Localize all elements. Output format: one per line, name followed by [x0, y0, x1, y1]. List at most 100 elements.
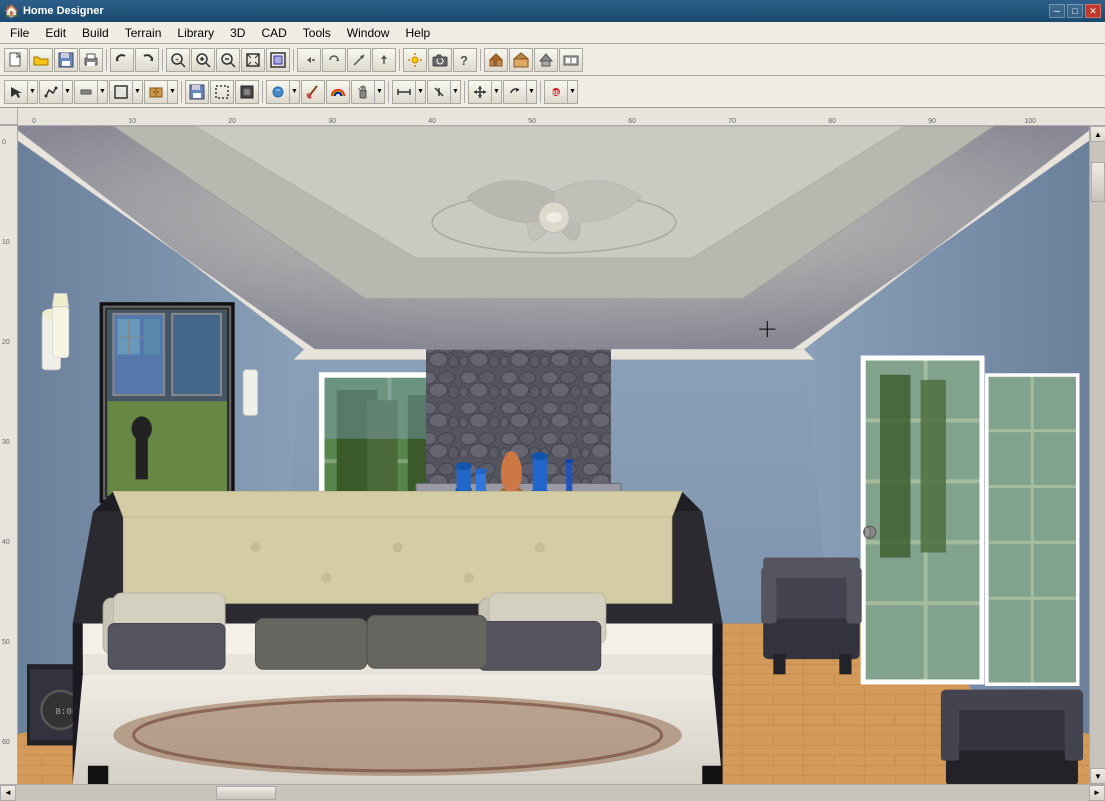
rec-icon: REC	[545, 81, 567, 103]
menu-item-file[interactable]: File	[2, 24, 37, 42]
paintbrush-button[interactable]	[301, 80, 325, 104]
scroll-left-arrow[interactable]: ◄	[0, 785, 16, 801]
scroll-thumb[interactable]	[1091, 162, 1105, 202]
dimension-dropdown-arrow[interactable]: ▼	[415, 81, 425, 103]
rainbow-button[interactable]	[326, 80, 350, 104]
svg-text:?: ?	[460, 53, 468, 68]
ruler-mark-v-27	[0, 666, 17, 686]
sep4	[399, 49, 400, 71]
ruler-mark-v-0: 0	[0, 126, 17, 146]
scroll-track[interactable]	[1090, 142, 1105, 768]
smart-object-button[interactable]	[235, 80, 259, 104]
svg-text:REC: REC	[551, 91, 563, 97]
select-icon	[5, 81, 27, 103]
ruler-mark-h-45: 90	[918, 118, 938, 125]
material-dropdown-arrow[interactable]: ▼	[289, 81, 299, 103]
help-cursor-button[interactable]: ?	[453, 48, 477, 72]
toolbar1: + ?	[0, 44, 1105, 76]
redo-button[interactable]	[135, 48, 159, 72]
print-button[interactable]	[79, 48, 103, 72]
ruler-mark-v-21	[0, 546, 17, 566]
ruler-mark-v-11	[0, 346, 17, 366]
fit-view-button[interactable]	[241, 48, 265, 72]
save-button[interactable]	[54, 48, 78, 72]
rotate-dropdown[interactable]: ▼	[503, 80, 537, 104]
tall-vase	[532, 452, 548, 496]
wall-dropdown[interactable]: ▼	[74, 80, 108, 104]
wall-dropdown-arrow[interactable]: ▼	[97, 81, 107, 103]
menu-item-edit[interactable]: Edit	[37, 24, 74, 42]
ruler-mark-h-35: 70	[718, 118, 738, 125]
interior-view-button[interactable]	[509, 48, 533, 72]
rec-dropdown-arrow[interactable]: ▼	[567, 81, 577, 103]
ruler-mark-v-5: 10	[0, 226, 17, 246]
minimize-button[interactable]: ─	[1049, 4, 1065, 18]
rotate-icon	[504, 81, 526, 103]
zoom-out-button[interactable]	[216, 48, 240, 72]
close-button[interactable]: ✕	[1085, 4, 1101, 18]
maximize-button[interactable]: □	[1067, 4, 1083, 18]
sun-light-button[interactable]	[403, 48, 427, 72]
new-button[interactable]	[4, 48, 28, 72]
ruler-mark-v-29	[0, 706, 17, 726]
title-bar-title: Home Designer	[23, 5, 104, 17]
scroll-right-arrow[interactable]: ►	[1089, 785, 1105, 801]
canvas-area[interactable]: 8:00	[18, 126, 1089, 784]
text-dropdown-arrow[interactable]: ▼	[450, 81, 460, 103]
camera-button[interactable]	[428, 48, 452, 72]
pan-left-button[interactable]	[297, 48, 321, 72]
h-scroll-track[interactable]	[16, 785, 1089, 801]
svg-text:+: +	[175, 57, 179, 64]
zoom-in-button[interactable]	[191, 48, 215, 72]
scroll-up-arrow[interactable]: ▲	[1090, 126, 1105, 142]
menu-item-window[interactable]: Window	[339, 24, 398, 42]
toolbar2: ▼ ▼ ▼ ▼ ▼ ▼	[0, 76, 1105, 108]
menu-item-terrain[interactable]: Terrain	[117, 24, 170, 42]
cad-save-button[interactable]	[185, 80, 209, 104]
text-dropdown[interactable]: ▼	[427, 80, 461, 104]
menu-item-3d[interactable]: 3D	[222, 24, 253, 42]
room-dropdown-arrow[interactable]: ▼	[132, 81, 142, 103]
open-button[interactable]	[29, 48, 53, 72]
select-dropdown[interactable]: ▼	[4, 80, 38, 104]
area-rug	[113, 695, 682, 776]
cad-detail-button[interactable]	[210, 80, 234, 104]
foundation-button[interactable]	[559, 48, 583, 72]
exterior-view-button[interactable]	[484, 48, 508, 72]
ruler-mark-h-0: 0	[18, 118, 38, 125]
small-arrow-button[interactable]	[372, 48, 396, 72]
room-dropdown[interactable]: ▼	[109, 80, 143, 104]
spray-dropdown-arrow[interactable]: ▼	[374, 81, 384, 103]
ruler-mark-h-30: 60	[618, 118, 638, 125]
rotate-dropdown-arrow[interactable]: ▼	[526, 81, 536, 103]
material-dropdown[interactable]: ▼	[266, 80, 300, 104]
move-dropdown-arrow[interactable]: ▼	[491, 81, 501, 103]
menu-item-help[interactable]: Help	[397, 24, 438, 42]
h-scroll-thumb[interactable]	[216, 786, 276, 800]
roof-view-button[interactable]	[534, 48, 558, 72]
dimension-dropdown[interactable]: ▼	[392, 80, 426, 104]
move-dropdown[interactable]: ▼	[468, 80, 502, 104]
ruler-mark-v-6	[0, 246, 17, 266]
polyline-dropdown[interactable]: ▼	[39, 80, 73, 104]
diagonal-arrow-button[interactable]	[347, 48, 371, 72]
sep3	[293, 49, 294, 71]
cabinet-dropdown-arrow[interactable]: ▼	[167, 81, 177, 103]
undo-button[interactable]	[110, 48, 134, 72]
spray-dropdown[interactable]: ▼	[351, 80, 385, 104]
orbit-button[interactable]	[322, 48, 346, 72]
material-icon	[267, 81, 289, 103]
select-dropdown-arrow[interactable]: ▼	[27, 81, 37, 103]
menu-item-cad[interactable]: CAD	[253, 24, 294, 42]
rec-dropdown[interactable]: REC ▼	[544, 80, 578, 104]
menu-item-tools[interactable]: Tools	[295, 24, 339, 42]
ruler-mark-v-3	[0, 186, 17, 206]
scroll-down-arrow[interactable]: ▼	[1090, 768, 1105, 784]
title-bar-controls: ─ □ ✕	[1049, 4, 1101, 18]
menu-item-build[interactable]: Build	[74, 24, 117, 42]
polyline-dropdown-arrow[interactable]: ▼	[62, 81, 72, 103]
cabinet-dropdown[interactable]: ▼	[144, 80, 178, 104]
fill-view-button[interactable]	[266, 48, 290, 72]
menu-item-library[interactable]: Library	[169, 24, 222, 42]
zoom-box-button[interactable]: +	[166, 48, 190, 72]
